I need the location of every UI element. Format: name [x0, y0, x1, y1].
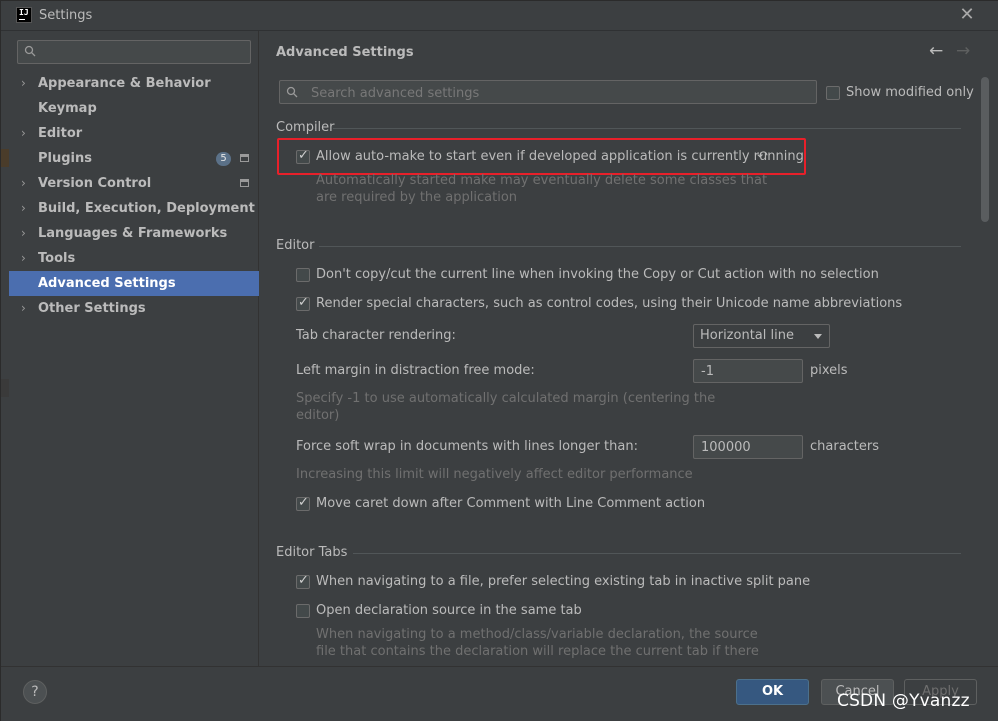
- watermark: CSDN @Yvanzz: [837, 691, 970, 711]
- background-editor-strip: [1, 31, 9, 666]
- title-bar: IJ Settings ✕: [1, 1, 998, 31]
- project-settings-icon: [240, 179, 249, 187]
- section-title-editor: Editor: [276, 238, 315, 253]
- section-title-editor-tabs: Editor Tabs: [276, 545, 348, 560]
- sidebar-item-label: Appearance & Behavior: [38, 76, 211, 91]
- auto-make-checkbox[interactable]: [296, 148, 310, 164]
- render-special-label: Render special characters, such as contr…: [316, 296, 903, 311]
- open-same-tab-label: Open declaration source in the same tab: [316, 603, 582, 618]
- show-modified-checkbox[interactable]: [826, 86, 840, 100]
- left-margin-label: Left margin in distraction free mode:: [296, 363, 535, 378]
- background-marker: [1, 149, 9, 167]
- copy-cut-label: Don't copy/cut the current line when inv…: [316, 267, 879, 282]
- left-margin-input[interactable]: [699, 363, 797, 380]
- close-icon[interactable]: ✕: [958, 6, 976, 24]
- soft-wrap-hint: Increasing this limit will negatively af…: [296, 467, 693, 482]
- prefer-existing-tab-checkbox[interactable]: [296, 573, 310, 589]
- sidebar-item-label: Other Settings: [38, 301, 146, 316]
- open-same-tab-checkbox[interactable]: [296, 604, 310, 618]
- move-caret-checkbox[interactable]: [296, 495, 310, 511]
- soft-wrap-label: Force soft wrap in documents with lines …: [296, 439, 638, 454]
- sidebar-item-label: Advanced Settings: [38, 276, 176, 291]
- window-title: Settings: [39, 8, 93, 23]
- auto-make-hint-line1: Automatically started make may eventuall…: [316, 173, 768, 188]
- tab-rendering-label: Tab character rendering:: [296, 328, 456, 343]
- search-icon: [286, 86, 298, 98]
- sidebar-item-appearance-behavior[interactable]: › Appearance & Behavior: [9, 71, 259, 96]
- search-icon: [24, 45, 36, 57]
- sidebar-item-label: Keymap: [38, 101, 97, 116]
- vertical-scrollbar[interactable]: [981, 77, 989, 222]
- chevron-right-icon[interactable]: ›: [21, 121, 31, 146]
- sidebar-item-label: Editor: [38, 126, 83, 141]
- page-title: Advanced Settings: [276, 45, 414, 60]
- chevron-right-icon[interactable]: ›: [21, 71, 31, 96]
- open-same-tab-hint-line2: file that contains the declaration will …: [316, 644, 759, 659]
- chevron-right-icon[interactable]: ›: [21, 296, 31, 321]
- copy-cut-checkbox[interactable]: [296, 268, 310, 282]
- chevron-right-icon[interactable]: ›: [21, 246, 31, 271]
- sidebar-item-label: Build, Execution, Deployment: [38, 201, 255, 216]
- settings-dialog: IJ Settings ✕ › Appearance & Behavior Ke…: [0, 0, 998, 721]
- soft-wrap-field[interactable]: [693, 435, 803, 459]
- sidebar-item-label: Tools: [38, 251, 76, 266]
- sidebar-item-languages-frameworks[interactable]: › Languages & Frameworks: [9, 221, 259, 246]
- chevron-right-icon[interactable]: ›: [21, 196, 31, 221]
- left-margin-unit: pixels: [810, 363, 848, 378]
- sidebar-item-plugins[interactable]: Plugins 5: [9, 146, 259, 171]
- sidebar-item-other-settings[interactable]: › Other Settings: [9, 296, 259, 321]
- sidebar-search-input[interactable]: [44, 43, 244, 61]
- settings-content: Advanced Settings ← → Show modified only…: [260, 31, 998, 666]
- auto-make-label: Allow auto-make to start even if develop…: [316, 149, 804, 164]
- sidebar-item-tools[interactable]: › Tools: [9, 246, 259, 271]
- forward-arrow-icon[interactable]: →: [956, 41, 970, 61]
- auto-make-hint-line2: are required by the application: [316, 190, 518, 205]
- update-count-badge: 5: [216, 152, 231, 166]
- section-divider: [353, 553, 961, 554]
- chevron-right-icon[interactable]: ›: [21, 171, 31, 196]
- sidebar-item-version-control[interactable]: › Version Control: [9, 171, 259, 196]
- sidebar-item-advanced-settings[interactable]: Advanced Settings: [9, 271, 259, 296]
- settings-sidebar: › Appearance & Behavior Keymap › Editor …: [9, 31, 259, 666]
- help-button[interactable]: ?: [23, 680, 47, 704]
- render-special-checkbox[interactable]: [296, 295, 310, 311]
- tab-rendering-dropdown[interactable]: Horizontal line: [693, 324, 830, 348]
- intellij-logo-icon: IJ: [16, 7, 32, 23]
- sidebar-item-editor[interactable]: › Editor: [9, 121, 259, 146]
- settings-nav: › Appearance & Behavior Keymap › Editor …: [9, 71, 259, 321]
- left-margin-hint-line1: Specify -1 to use automatically calculat…: [296, 391, 716, 406]
- sidebar-search[interactable]: [17, 40, 251, 64]
- advanced-search-input[interactable]: [309, 84, 809, 102]
- show-modified-label: Show modified only: [846, 85, 974, 100]
- chevron-right-icon[interactable]: ›: [21, 221, 31, 246]
- sidebar-item-label: Plugins: [38, 151, 92, 166]
- section-divider: [333, 128, 961, 129]
- sidebar-item-build-execution-deployment[interactable]: › Build, Execution, Deployment: [9, 196, 259, 221]
- sidebar-item-label: Languages & Frameworks: [38, 226, 228, 241]
- sidebar-item-keymap[interactable]: Keymap: [9, 96, 259, 121]
- back-arrow-icon[interactable]: ←: [929, 41, 943, 61]
- background-marker: [1, 379, 9, 397]
- sidebar-item-label: Version Control: [38, 176, 152, 191]
- soft-wrap-unit: characters: [810, 439, 880, 454]
- section-title-compiler: Compiler: [276, 120, 335, 135]
- move-caret-label: Move caret down after Comment with Line …: [316, 496, 706, 511]
- advanced-settings-search[interactable]: [279, 80, 817, 104]
- left-margin-hint-line2: editor): [296, 408, 340, 423]
- prefer-existing-tab-label: When navigating to a file, prefer select…: [316, 574, 811, 589]
- open-same-tab-hint-line1: When navigating to a method/class/variab…: [316, 627, 758, 642]
- ok-button[interactable]: OK: [736, 679, 809, 705]
- project-settings-icon: [240, 154, 249, 162]
- section-divider: [319, 246, 961, 247]
- soft-wrap-input[interactable]: [699, 439, 797, 456]
- chevron-down-icon: [814, 334, 822, 339]
- tab-rendering-value: Horizontal line: [700, 328, 794, 343]
- revert-icon[interactable]: ↶: [757, 149, 768, 164]
- left-margin-field[interactable]: [693, 359, 803, 383]
